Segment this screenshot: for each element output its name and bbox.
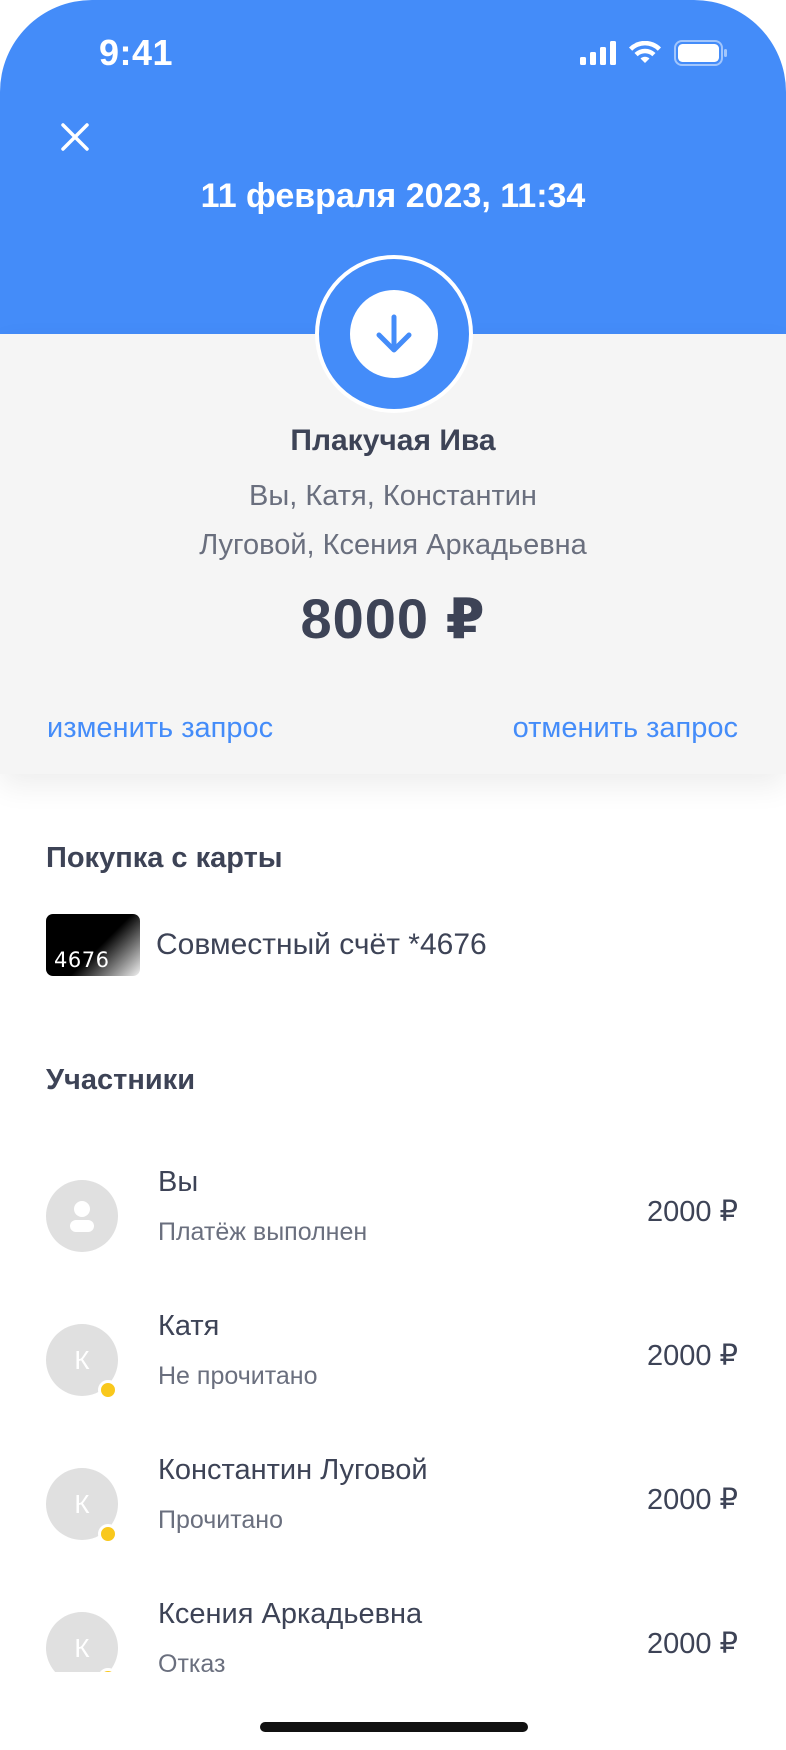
- participant-status: Платёж выполнен: [158, 1218, 368, 1246]
- edit-request-link[interactable]: изменить запрос: [47, 712, 273, 745]
- status-dot: [98, 1524, 118, 1544]
- participant-row[interactable]: Вы Платёж выполнен 2000 ₽: [0, 1166, 786, 1276]
- signal-icon: [580, 41, 616, 65]
- participant-amount: 2000 ₽: [646, 1340, 738, 1372]
- avatar: [46, 1180, 118, 1252]
- user-icon: [70, 1201, 94, 1232]
- participant-status: Не прочитано: [158, 1362, 318, 1390]
- battery-icon: [674, 40, 727, 66]
- group-members-line-1: Вы, Катя, Константин: [249, 480, 537, 512]
- close-icon: [61, 123, 89, 151]
- participants-section-title: Участники: [46, 1064, 196, 1096]
- participant-amount: 2000 ₽: [646, 1484, 738, 1516]
- status-icons: [580, 40, 728, 66]
- arrow-down-icon: [376, 314, 412, 353]
- total-amount: 8000 ₽: [300, 587, 486, 650]
- participant-name: Вы: [158, 1166, 199, 1198]
- group-members-line-2: Луговой, Ксения Аркадьевна: [199, 529, 587, 561]
- bottom-safe-area: [0, 1672, 786, 1750]
- participant-name: Катя: [158, 1310, 220, 1342]
- participant-amount: 2000 ₽: [646, 1196, 738, 1228]
- participant-name: Ксения Аркадьевна: [158, 1598, 423, 1630]
- incoming-badge: [350, 290, 438, 378]
- request-date: 11 февраля 2023, 11:34: [200, 177, 586, 215]
- participant-name: Константин Луговой: [158, 1454, 428, 1486]
- group-name: Плакучая Ива: [290, 424, 496, 457]
- wifi-icon: [629, 41, 661, 63]
- participant-status: Прочитано: [158, 1506, 283, 1534]
- participant-row[interactable]: К Катя Не прочитано 2000 ₽: [0, 1310, 786, 1420]
- account-label[interactable]: Совместный счёт *4676: [156, 928, 487, 962]
- purchase-section-title: Покупка с карты: [46, 842, 283, 874]
- cancel-request-link[interactable]: отменить запрос: [513, 712, 738, 745]
- participant-row[interactable]: К Константин Луговой Прочитано 2000 ₽: [0, 1454, 786, 1564]
- home-indicator[interactable]: [260, 1722, 528, 1732]
- card-thumbnail-number: 4676: [54, 948, 110, 972]
- status-time: 9:41: [99, 32, 174, 73]
- card-thumbnail: 4676: [46, 914, 140, 976]
- request-type-avatar: [315, 255, 473, 413]
- status-dot: [98, 1380, 118, 1400]
- participant-amount: 2000 ₽: [646, 1628, 738, 1660]
- close-button[interactable]: [50, 112, 100, 162]
- screen: 9:41 11 февраля 2023, 11:34 Плакучая Ива…: [0, 0, 786, 1750]
